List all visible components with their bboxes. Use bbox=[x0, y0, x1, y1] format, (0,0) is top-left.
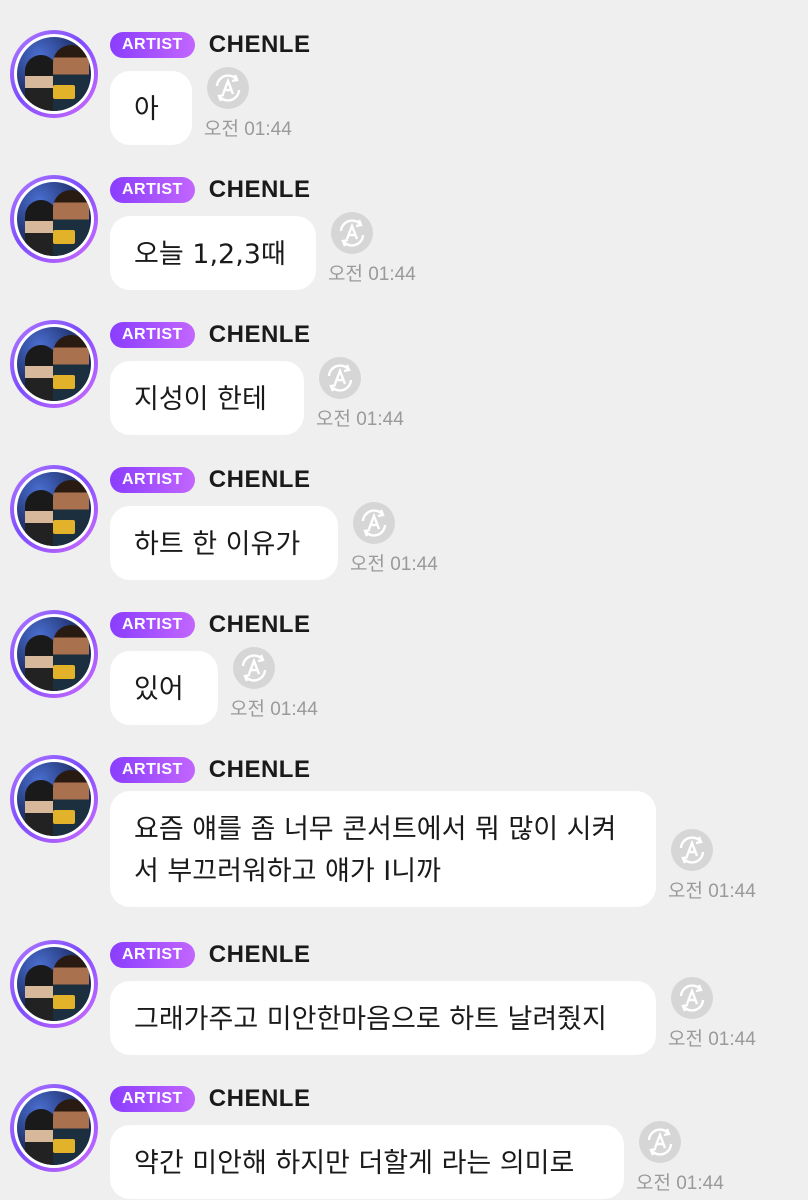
artist-badge: ARTIST bbox=[110, 467, 195, 493]
avatar-photo bbox=[17, 182, 91, 256]
translate-icon[interactable] bbox=[670, 976, 714, 1020]
sender-name: CHENLE bbox=[208, 176, 311, 203]
artist-badge: ARTIST bbox=[110, 757, 195, 783]
message-bubble[interactable]: 지성이 한테 bbox=[110, 361, 304, 435]
avatar-photo bbox=[17, 37, 91, 111]
message-time: 오전 01:44 bbox=[230, 699, 318, 720]
avatar[interactable] bbox=[10, 465, 98, 553]
translate-icon[interactable] bbox=[352, 501, 396, 545]
avatar[interactable] bbox=[10, 1084, 98, 1172]
avatar[interactable] bbox=[10, 940, 98, 1028]
sender-name: CHENLE bbox=[208, 321, 311, 348]
translate-icon[interactable] bbox=[232, 646, 276, 690]
avatar-photo bbox=[17, 617, 91, 691]
avatar[interactable] bbox=[10, 175, 98, 263]
sender-name: CHENLE bbox=[208, 611, 311, 638]
message-time: 오전 01:44 bbox=[636, 1173, 724, 1194]
avatar-photo bbox=[17, 762, 91, 836]
chat-thread: ARTIST CHENLE 아 오전 01:44 ARTIST CHENLE 오… bbox=[0, 0, 808, 1200]
sender-name: CHENLE bbox=[208, 31, 311, 58]
message-bubble[interactable]: 약간 미안해 하지만 더할게 라는 의미로 bbox=[110, 1125, 624, 1199]
message-time: 오전 01:44 bbox=[328, 264, 416, 285]
artist-badge: ARTIST bbox=[110, 177, 195, 203]
translate-icon[interactable] bbox=[670, 828, 714, 872]
artist-badge: ARTIST bbox=[110, 1086, 195, 1112]
translate-icon[interactable] bbox=[206, 66, 250, 110]
message-time: 오전 01:44 bbox=[316, 409, 404, 430]
avatar-photo bbox=[17, 327, 91, 401]
artist-badge: ARTIST bbox=[110, 322, 195, 348]
message-bubble[interactable]: 그래가주고 미안한마음으로 하트 날려줬지 bbox=[110, 981, 656, 1055]
sender-name: CHENLE bbox=[208, 466, 311, 493]
sender-name: CHENLE bbox=[208, 1085, 311, 1112]
avatar-photo bbox=[17, 472, 91, 546]
translate-icon[interactable] bbox=[638, 1120, 682, 1164]
message-bubble[interactable]: 아 bbox=[110, 71, 192, 145]
sender-name: CHENLE bbox=[208, 756, 311, 783]
avatar-photo bbox=[17, 1091, 91, 1165]
artist-badge: ARTIST bbox=[110, 612, 195, 638]
message-time: 오전 01:44 bbox=[204, 119, 292, 140]
message-time: 오전 01:44 bbox=[668, 881, 756, 902]
avatar-photo bbox=[17, 947, 91, 1021]
artist-badge: ARTIST bbox=[110, 942, 195, 968]
avatar[interactable] bbox=[10, 30, 98, 118]
message-bubble[interactable]: 요즘 얘를 좀 너무 콘서트에서 뭐 많이 시켜서 부끄러워하고 얘가 I니까 bbox=[110, 791, 656, 907]
translate-icon[interactable] bbox=[330, 211, 374, 255]
message-time: 오전 01:44 bbox=[350, 554, 438, 575]
message-bubble[interactable]: 하트 한 이유가 bbox=[110, 506, 338, 580]
artist-badge: ARTIST bbox=[110, 32, 195, 58]
avatar[interactable] bbox=[10, 320, 98, 408]
avatar[interactable] bbox=[10, 755, 98, 843]
translate-icon[interactable] bbox=[318, 356, 362, 400]
message-bubble[interactable]: 있어 bbox=[110, 651, 218, 725]
message-bubble[interactable]: 오늘 1,2,3때 bbox=[110, 216, 316, 290]
sender-name: CHENLE bbox=[208, 941, 311, 968]
avatar[interactable] bbox=[10, 610, 98, 698]
message-time: 오전 01:44 bbox=[668, 1029, 756, 1050]
